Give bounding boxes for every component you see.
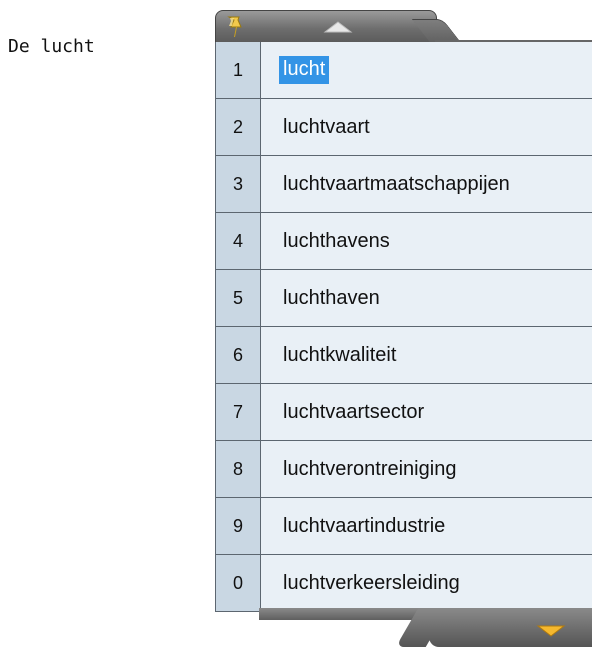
popup-top-bar <box>215 10 437 43</box>
suggestion-word: lucht <box>279 56 330 84</box>
suggestion-word: luchtverontreiniging <box>261 441 592 497</box>
suggestion-word: luchtkwaliteit <box>261 327 592 383</box>
suggestion-row[interactable]: 9 luchtvaartindustrie <box>216 497 592 554</box>
suggestion-word: luchtvaart <box>261 99 592 155</box>
document-text: De lucht <box>8 36 95 57</box>
suggestion-key: 2 <box>216 99 261 155</box>
bottom-tab <box>429 608 592 647</box>
suggestion-word: luchtverkeersleiding <box>261 555 592 611</box>
pin-button[interactable] <box>218 13 254 41</box>
popup-bottom-bar <box>259 608 592 647</box>
suggestion-key: 7 <box>216 384 261 440</box>
suggestion-key: 8 <box>216 441 261 497</box>
triangle-up-icon <box>323 21 353 33</box>
suggestion-key: 1 <box>216 42 261 98</box>
suggestion-word-cell: lucht <box>261 42 592 98</box>
suggestion-word: luchtvaartindustrie <box>261 498 592 554</box>
suggestion-row[interactable]: 4 luchthavens <box>216 212 592 269</box>
suggestion-key: 3 <box>216 156 261 212</box>
suggestion-row[interactable]: 3 luchtvaartmaatschappijen <box>216 155 592 212</box>
pushpin-icon <box>227 16 242 37</box>
suggestion-key: 9 <box>216 498 261 554</box>
suggestion-word: luchtvaartmaatschappijen <box>261 156 592 212</box>
suggestion-word: luchtvaartsector <box>261 384 592 440</box>
suggestion-row[interactable]: 2 luchtvaart <box>216 98 592 155</box>
suggestion-key: 5 <box>216 270 261 326</box>
scroll-up-button[interactable] <box>308 13 368 41</box>
suggestion-word: luchthavens <box>261 213 592 269</box>
suggestion-row[interactable]: 5 luchthaven <box>216 269 592 326</box>
scroll-down-button[interactable] <box>534 620 568 642</box>
word-prediction-popup: 1 lucht 2 luchtvaart 3 luchtvaartmaatsch… <box>215 10 592 647</box>
suggestion-row[interactable]: 0 luchtverkeersleiding <box>216 554 592 611</box>
suggestion-row[interactable]: 8 luchtverontreiniging <box>216 440 592 497</box>
suggestion-row[interactable]: 1 lucht <box>216 42 592 98</box>
suggestion-row[interactable]: 6 luchtkwaliteit <box>216 326 592 383</box>
suggestion-key: 0 <box>216 555 261 611</box>
triangle-down-icon <box>536 625 566 637</box>
suggestion-key: 4 <box>216 213 261 269</box>
suggestion-row[interactable]: 7 luchtvaartsector <box>216 383 592 440</box>
suggestion-word: luchthaven <box>261 270 592 326</box>
suggestion-key: 6 <box>216 327 261 383</box>
suggestion-list: 1 lucht 2 luchtvaart 3 luchtvaartmaatsch… <box>215 42 592 612</box>
